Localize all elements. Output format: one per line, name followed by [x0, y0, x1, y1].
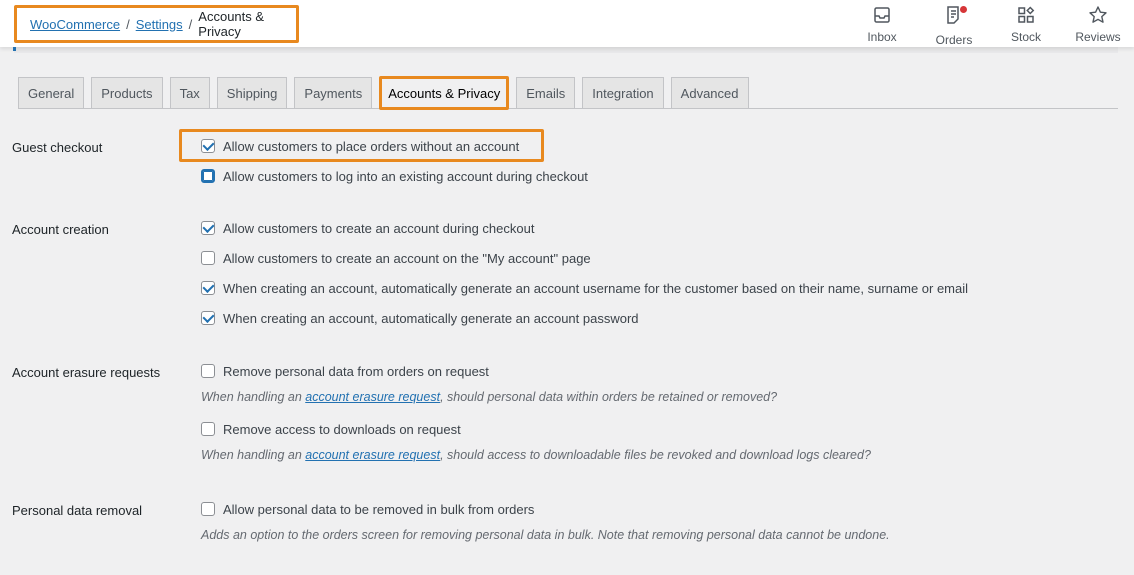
checkbox-guest-place-orders[interactable] [201, 139, 215, 153]
erasure-downloads-description: When handling an account erasure request… [201, 448, 871, 462]
activity-orders-label: Orders [935, 33, 973, 47]
option-generate-password[interactable]: When creating an account, automatically … [201, 309, 639, 327]
option-erasure-remove-downloads[interactable]: Remove access to downloads on request [201, 420, 461, 438]
option-label: Allow customers to create an account dur… [223, 220, 535, 236]
account-erasure-request-link[interactable]: account erasure request [305, 390, 440, 404]
activity-inbox-label: Inbox [867, 30, 897, 44]
star-icon [1088, 5, 1108, 28]
activity-panel: Inbox Orders Stock Reviews [846, 0, 1134, 47]
tab-integration[interactable]: Integration [582, 77, 664, 108]
stock-icon [1016, 5, 1036, 28]
option-label: When creating an account, automatically … [223, 310, 639, 326]
activity-orders-button[interactable]: Orders [918, 0, 990, 47]
account-erasure-label: Account erasure requests [12, 365, 161, 380]
header-divider [14, 47, 1118, 53]
header-accent-mark [13, 47, 16, 51]
activity-inbox-button[interactable]: Inbox [846, 0, 918, 47]
tab-advanced[interactable]: Advanced [670, 77, 749, 108]
option-label: Allow customers to log into an existing … [223, 168, 588, 184]
option-label: Allow customers to place orders without … [223, 138, 520, 154]
description-text: When handling an [201, 448, 306, 462]
top-header: WooCommerce / Settings / Accounts & Priv… [0, 0, 1134, 47]
erasure-orders-description: When handling an account erasure request… [201, 390, 777, 404]
orders-notification-dot [960, 6, 967, 13]
option-generate-username[interactable]: When creating an account, automatically … [201, 279, 968, 297]
activity-reviews-label: Reviews [1075, 30, 1121, 44]
option-label: When creating an account, automatically … [223, 280, 969, 296]
tab-products[interactable]: Products [91, 77, 163, 108]
activity-stock-button[interactable]: Stock [990, 0, 1062, 47]
tab-shipping[interactable]: Shipping [216, 77, 288, 108]
guest-checkout-label: Guest checkout [12, 140, 103, 155]
description-text: , should access to downloadable files be… [440, 448, 871, 462]
tab-general[interactable]: General [18, 77, 85, 108]
option-guest-login-checkout[interactable]: Allow customers to log into an existing … [201, 167, 588, 185]
inbox-icon [872, 5, 892, 28]
activity-reviews-button[interactable]: Reviews [1062, 0, 1134, 47]
option-label: Allow customers to create an account on … [223, 250, 591, 266]
option-erasure-remove-orders-data[interactable]: Remove personal data from orders on requ… [201, 362, 489, 380]
option-label: Allow personal data to be removed in bul… [223, 501, 535, 517]
checkbox-bulk-personal-data-removal[interactable] [201, 502, 215, 516]
checkbox-erasure-remove-downloads[interactable] [201, 422, 215, 436]
bulk-removal-description: Adds an option to the orders screen for … [201, 528, 890, 542]
breadcrumb-separator: / [188, 16, 193, 32]
checkbox-generate-username[interactable] [201, 281, 215, 295]
breadcrumb-current: Accounts & Privacy [198, 9, 265, 39]
description-text: When handling an [201, 390, 306, 404]
option-create-account-checkout[interactable]: Allow customers to create an account dur… [201, 219, 534, 237]
checkbox-erasure-remove-orders-data[interactable] [201, 364, 215, 378]
checkbox-create-account-checkout[interactable] [201, 221, 215, 235]
breadcrumb-separator: / [126, 16, 130, 32]
option-guest-place-orders[interactable]: Allow customers to place orders without … [201, 137, 519, 155]
settings-tabs: General Products Tax Shipping Payments A… [18, 76, 1118, 110]
option-label: Remove access to downloads on request [223, 421, 461, 437]
option-create-account-myaccount[interactable]: Allow customers to create an account on … [201, 249, 591, 267]
description-text: , should personal data within orders be … [440, 390, 778, 404]
checkbox-generate-password[interactable] [201, 311, 215, 325]
tab-tax[interactable]: Tax [169, 77, 210, 108]
option-bulk-personal-data-removal[interactable]: Allow personal data to be removed in bul… [201, 500, 534, 518]
breadcrumb-settings-link[interactable]: Settings [136, 17, 183, 32]
breadcrumb: WooCommerce / Settings / Accounts & Priv… [14, 5, 299, 43]
breadcrumb-woocommerce-link[interactable]: WooCommerce [30, 17, 120, 32]
personal-data-removal-label: Personal data removal [12, 503, 143, 518]
tab-payments[interactable]: Payments [294, 77, 373, 108]
tab-emails[interactable]: Emails [516, 77, 576, 108]
checkbox-guest-login-checkout[interactable] [201, 169, 215, 183]
tab-accounts-privacy[interactable]: Accounts & Privacy [379, 76, 510, 110]
account-creation-label: Account creation [12, 222, 109, 237]
account-erasure-request-link[interactable]: account erasure request [305, 448, 440, 462]
activity-stock-label: Stock [1010, 30, 1041, 44]
checkbox-create-account-myaccount[interactable] [201, 251, 215, 265]
option-label: Remove personal data from orders on requ… [223, 363, 489, 379]
